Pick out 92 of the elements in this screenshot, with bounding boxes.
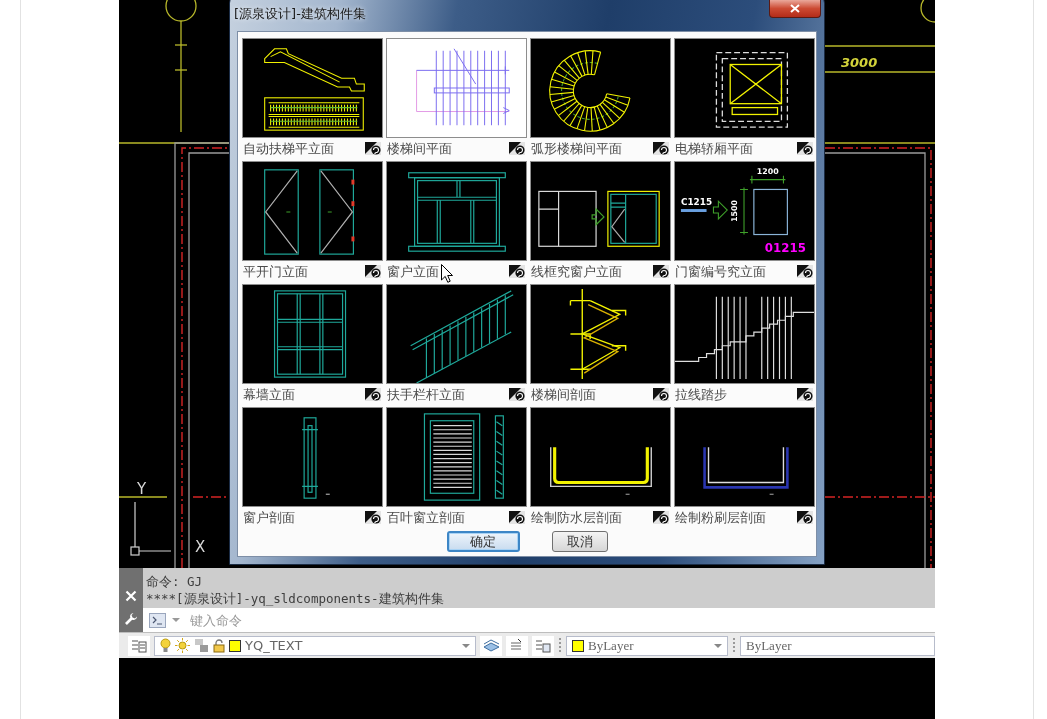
dimension-tick [174, 69, 188, 71]
picture-icon[interactable] [365, 265, 381, 278]
close-icon[interactable] [125, 590, 137, 602]
window-section-drawing[interactable] [242, 407, 383, 507]
tile-label[interactable]: 窗户剖面 [243, 510, 295, 525]
prompt-icon[interactable] [149, 612, 166, 628]
sun-icon [175, 638, 190, 653]
waterproof-layer-drawing[interactable] [530, 407, 671, 507]
door-elevation-drawing[interactable] [242, 161, 383, 261]
window-symbol-bar [680, 209, 707, 212]
picture-icon[interactable] [653, 265, 669, 278]
picture-icon[interactable] [509, 265, 525, 278]
axis-line [119, 496, 168, 498]
stepped-line-drawing[interactable] [674, 284, 815, 384]
tile-label[interactable]: 拉线踏步 [675, 387, 727, 402]
stair-section-drawing[interactable] [530, 284, 671, 384]
tile-label[interactable]: 自动扶梯平立面 [243, 141, 334, 156]
caret-icon[interactable] [172, 617, 180, 623]
grip-icon[interactable] [732, 636, 736, 655]
dimension-text: 3000 [841, 55, 878, 70]
layers-icon [482, 638, 500, 653]
tile-label[interactable]: 绘制防水层剖面 [531, 510, 622, 525]
picture-icon[interactable] [365, 511, 381, 524]
picture-icon[interactable] [653, 388, 669, 401]
window-frame-drawing[interactable] [530, 161, 671, 261]
window-code-text: C1215 [680, 197, 713, 208]
window-tag-text: 01215 [764, 241, 806, 256]
railing-drawing[interactable] [386, 284, 527, 384]
overlapping-squares-icon [194, 638, 209, 653]
linetype-dropdown[interactable]: ByLayer [740, 635, 935, 656]
picture-icon[interactable] [797, 265, 813, 278]
tile-label[interactable]: 线框究窗户立面 [531, 264, 622, 279]
window-title: [源泉设计]-建筑构件集 [234, 6, 366, 21]
tile-label[interactable]: 楼梯间剖面 [531, 387, 596, 402]
spiral-stair-drawing[interactable] [530, 38, 671, 138]
layer-tool-button[interactable] [532, 635, 554, 656]
close-icon [790, 4, 800, 13]
window-outline [753, 188, 788, 236]
ok-button[interactable]: 确定 [446, 531, 520, 552]
axis-bubble [920, 0, 935, 23]
picture-icon[interactable] [797, 142, 813, 155]
dimension-tick [174, 44, 188, 46]
tile-label[interactable]: 弧形楼梯间平面 [531, 141, 622, 156]
grip-icon[interactable] [558, 636, 562, 655]
tile-label[interactable]: 楼梯间平面 [387, 141, 452, 156]
command-input[interactable]: 键入命令 [190, 612, 410, 628]
color-dropdown[interactable]: ByLayer [566, 635, 728, 656]
lock-icon [213, 638, 225, 653]
tile-label[interactable]: 平开门立面 [243, 264, 308, 279]
command-history-line: ****[源泉设计]-yq_sldcomponents-建筑构件集 [146, 590, 445, 607]
layer-list-icon [535, 638, 551, 653]
tile-label[interactable]: 扶手栏杆立面 [387, 387, 465, 402]
window-elevation-drawing[interactable] [386, 161, 527, 261]
ucs-icon [130, 501, 172, 556]
picture-icon[interactable] [365, 388, 381, 401]
axis-label: X [195, 538, 206, 556]
caret-icon [714, 642, 722, 649]
curtain-wall-drawing[interactable] [242, 284, 383, 384]
tile-label[interactable]: 绘制粉刷层剖面 [675, 510, 766, 525]
command-history-line: 命令: GJ [146, 573, 204, 590]
louver-window-drawing[interactable] [386, 407, 527, 507]
color-swatch-icon [229, 639, 241, 652]
elevator-car-drawing[interactable] [674, 38, 815, 138]
picture-icon[interactable] [509, 511, 525, 524]
picture-icon[interactable] [797, 388, 813, 401]
picture-icon[interactable] [509, 388, 525, 401]
tile-label[interactable]: 电梯轿厢平面 [675, 141, 753, 156]
bulb-icon [160, 638, 171, 653]
picture-icon[interactable] [365, 142, 381, 155]
tile-label[interactable]: 幕墙立面 [243, 387, 295, 402]
picture-icon[interactable] [797, 511, 813, 524]
axis-bubble [165, 0, 197, 22]
tile-label[interactable]: 门窗编号究立面 [675, 264, 766, 279]
layer-dropdown[interactable]: YQ_TEXT [154, 635, 476, 656]
wrench-icon[interactable] [124, 612, 138, 626]
caret-icon [462, 642, 470, 649]
layer-list-icon [131, 638, 147, 653]
picture-icon[interactable] [653, 511, 669, 524]
tile-label[interactable]: 窗户立面 [387, 264, 439, 279]
layer-tool-button[interactable] [480, 635, 502, 656]
tile-label[interactable]: 百叶窗立剖面 [387, 510, 465, 525]
picture-icon[interactable] [509, 142, 525, 155]
color-swatch-icon [572, 639, 584, 652]
cursor-icon [441, 264, 453, 283]
plaster-layer-drawing[interactable] [674, 407, 815, 507]
picture-icon[interactable] [653, 142, 669, 155]
axis-label: Y [137, 480, 147, 498]
escalator-drawing[interactable] [242, 38, 383, 138]
arrow-shape [712, 199, 728, 221]
dimension-text: 1500 [730, 200, 740, 222]
close-button[interactable] [769, 0, 821, 18]
cancel-button[interactable]: 取消 [551, 531, 608, 552]
